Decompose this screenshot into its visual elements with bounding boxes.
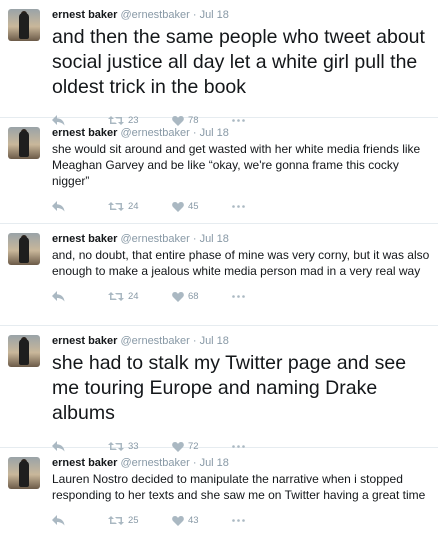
tweet-date[interactable]: Jul 18	[200, 335, 229, 347]
more-button[interactable]	[232, 506, 245, 534]
author-handle[interactable]: @ernestbaker	[121, 233, 190, 245]
retweet-button[interactable]: 24	[108, 192, 139, 220]
reply-button[interactable]	[52, 192, 65, 220]
more-button[interactable]	[232, 282, 245, 310]
tweet[interactable]: ernest baker @ernestbaker · Jul 18 and, …	[0, 224, 438, 326]
like-button[interactable]: 43	[172, 506, 199, 534]
reply-icon	[52, 200, 65, 211]
heart-icon	[172, 291, 184, 302]
tweet-actions: 25 43	[52, 506, 430, 534]
tweet-date[interactable]: Jul 18	[200, 127, 229, 139]
more-dots-icon	[232, 204, 245, 208]
tweet-header: ernest baker @ernestbaker · Jul 18	[52, 9, 430, 22]
tweet-text: and then the same people who tweet about…	[52, 26, 425, 98]
author-handle[interactable]: @ernestbaker	[121, 9, 190, 21]
avatar[interactable]	[8, 233, 40, 265]
avatar[interactable]	[8, 457, 40, 489]
author-name[interactable]: ernest baker	[52, 457, 117, 469]
author-handle[interactable]: @ernestbaker	[121, 335, 190, 347]
like-button[interactable]: 68	[172, 282, 199, 310]
retweet-button[interactable]: 24	[108, 282, 139, 310]
tweet-date[interactable]: Jul 18	[200, 457, 229, 469]
tweet-header: ernest baker @ernestbaker · Jul 18	[52, 335, 430, 348]
retweet-count: 24	[128, 290, 139, 302]
tweet-text: she would sit around and get wasted with…	[52, 142, 421, 188]
tweet-actions: 24 45	[52, 192, 430, 220]
avatar[interactable]	[8, 9, 40, 41]
more-dots-icon	[232, 518, 245, 522]
avatar[interactable]	[8, 127, 40, 159]
tweet-text: she had to stalk my Twitter page and see…	[52, 352, 407, 424]
tweet-header: ernest baker @ernestbaker · Jul 18	[52, 127, 430, 140]
avatar[interactable]	[8, 335, 40, 367]
like-count: 43	[188, 514, 199, 526]
retweet-count: 24	[128, 200, 139, 212]
tweet[interactable]: ernest baker @ernestbaker · Jul 18 she w…	[0, 118, 438, 224]
separator: ·	[192, 335, 197, 347]
like-count: 45	[188, 200, 199, 212]
tweet-text: Lauren Nostro decided to manipulate the …	[52, 472, 426, 502]
author-name[interactable]: ernest baker	[52, 335, 117, 347]
author-name[interactable]: ernest baker	[52, 9, 117, 21]
tweet[interactable]: ernest baker @ernestbaker · Jul 18 Laure…	[0, 448, 438, 535]
more-button[interactable]	[232, 192, 245, 220]
like-count: 68	[188, 290, 199, 302]
heart-icon	[172, 515, 184, 526]
retweet-button[interactable]: 25	[108, 506, 139, 534]
reply-button[interactable]	[52, 506, 65, 534]
separator: ·	[192, 9, 197, 21]
author-handle[interactable]: @ernestbaker	[121, 457, 190, 469]
tweet-timeline: ernest baker @ernestbaker · Jul 18 and t…	[0, 0, 438, 535]
author-name[interactable]: ernest baker	[52, 127, 117, 139]
tweet-header: ernest baker @ernestbaker · Jul 18	[52, 233, 430, 246]
tweet[interactable]: ernest baker @ernestbaker · Jul 18 she h…	[0, 326, 438, 452]
tweet-actions: 24 68	[52, 282, 430, 310]
reply-icon	[52, 514, 65, 525]
reply-button[interactable]	[52, 282, 65, 310]
retweet-icon	[108, 515, 124, 525]
tweet-text: and, no doubt, that entire phase of mine…	[52, 248, 430, 278]
separator: ·	[192, 127, 197, 139]
retweet-count: 25	[128, 514, 139, 526]
author-name[interactable]: ernest baker	[52, 233, 117, 245]
tweet-date[interactable]: Jul 18	[200, 9, 229, 21]
tweet[interactable]: ernest baker @ernestbaker · Jul 18 and t…	[0, 0, 438, 126]
more-dots-icon	[232, 294, 245, 298]
tweet-date[interactable]: Jul 18	[200, 233, 229, 245]
author-handle[interactable]: @ernestbaker	[121, 127, 190, 139]
heart-icon	[172, 201, 184, 212]
separator: ·	[192, 233, 197, 245]
like-button[interactable]: 45	[172, 192, 199, 220]
tweet-header: ernest baker @ernestbaker · Jul 18	[52, 457, 430, 470]
reply-icon	[52, 290, 65, 301]
retweet-icon	[108, 201, 124, 211]
separator: ·	[192, 457, 197, 469]
retweet-icon	[108, 291, 124, 301]
